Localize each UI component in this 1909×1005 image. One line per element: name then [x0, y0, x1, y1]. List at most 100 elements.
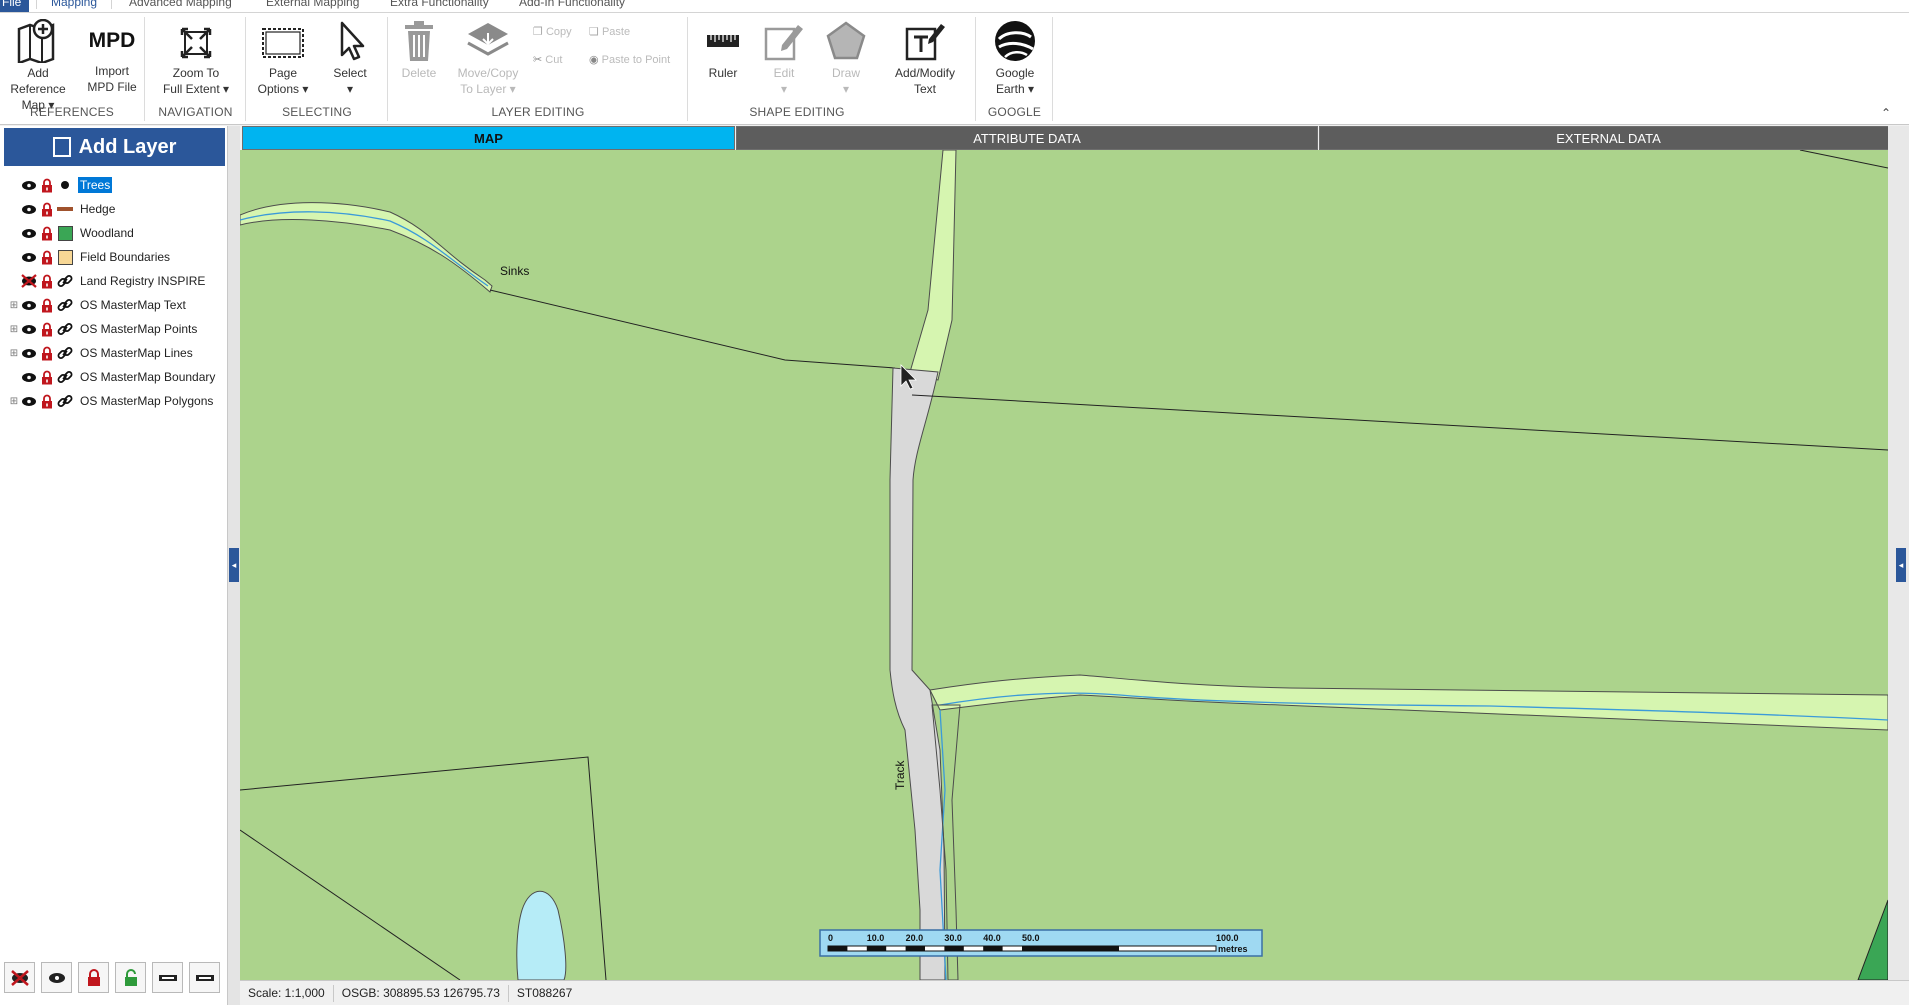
layer-name[interactable]: Woodland [78, 225, 136, 241]
page-options-button[interactable]: Page Options ▾ [253, 19, 313, 97]
cut-button[interactable]: ✂ Cut [533, 53, 562, 66]
layer-name[interactable]: OS MasterMap Polygons [78, 393, 215, 409]
select-button[interactable]: Select ▾ [325, 19, 375, 97]
layer-name[interactable]: OS MasterMap Lines [78, 345, 195, 361]
add-layer-button[interactable]: Add Layer [4, 128, 225, 166]
lock-icon[interactable] [38, 200, 56, 218]
collapse-left-panel-icon[interactable]: ◂ [229, 548, 239, 582]
map-canvas[interactable]: Sinks Track 0 10.0 20.0 30.0 40.0 50.0 100.0 m… [240, 150, 1888, 980]
lock-icon[interactable] [38, 344, 56, 362]
mpd-icon: MPD [88, 29, 136, 52]
lock-icon[interactable] [38, 368, 56, 386]
lock-icon[interactable] [38, 296, 56, 314]
layer-name[interactable]: Land Registry INSPIRE [78, 273, 207, 289]
add-modify-text-button[interactable]: Add/Modify Text [885, 19, 965, 97]
group-google: Google Earth ▾ GOOGLE [977, 17, 1053, 121]
panel-splitter[interactable]: ◂ [228, 126, 240, 1005]
tab-attribute-data[interactable]: ATTRIBUTE DATA [736, 126, 1318, 150]
ruler-button[interactable]: Ruler [697, 19, 749, 81]
visibility-hidden-icon[interactable] [20, 272, 38, 290]
edit-shape-button[interactable]: Edit ▾ [759, 19, 809, 97]
layer-name[interactable]: OS MasterMap Points [78, 321, 199, 337]
visibility-eye-icon[interactable] [20, 224, 38, 242]
tab-external-mapping[interactable]: External Mapping [266, 0, 359, 9]
visibility-eye-icon[interactable] [20, 296, 38, 314]
north-verge [909, 150, 957, 381]
draw-button[interactable]: Draw ▾ [819, 19, 873, 97]
expand-icon[interactable]: ⊞ [8, 348, 20, 359]
group-label-google: GOOGLE [987, 105, 1042, 119]
visibility-eye-icon[interactable] [20, 176, 38, 194]
tab-add-in-functionality[interactable]: Add-In Functionality [519, 0, 625, 9]
layer-name[interactable]: OS MasterMap Text [78, 297, 188, 313]
visibility-eye-icon[interactable] [20, 392, 38, 410]
expand-icon[interactable]: ⊞ [8, 396, 20, 407]
scale-segment [1022, 946, 1119, 951]
layer-name[interactable]: Trees [78, 177, 113, 193]
layer-row[interactable]: Trees [8, 174, 113, 196]
layers-stack-icon [467, 23, 509, 56]
tab-map[interactable]: MAP [242, 126, 735, 150]
expand-icon[interactable]: ⊞ [8, 324, 20, 335]
show-all-button[interactable] [41, 962, 72, 993]
expand-icon[interactable]: ⊞ [8, 300, 20, 311]
layer-row[interactable]: ⊞ OS MasterMap Polygons [8, 390, 215, 412]
tab-mapping[interactable]: Mapping [36, 0, 113, 9]
layer-row[interactable]: Land Registry INSPIRE [8, 270, 207, 292]
copy-button[interactable]: ❐ Copy [533, 25, 572, 38]
delete-button[interactable]: Delete [397, 19, 441, 81]
lock-icon[interactable] [38, 272, 56, 290]
scale-tick-label: 40.0 [983, 933, 1001, 943]
lock-icon[interactable] [38, 392, 56, 410]
add-reference-map-label: Add Reference [10, 66, 66, 96]
lock-icon[interactable] [38, 224, 56, 242]
google-earth-button[interactable]: Google Earth ▾ [983, 19, 1047, 97]
edit-dropdown-icon: ▾ [780, 82, 788, 96]
lock-icon[interactable] [38, 248, 56, 266]
layer-name[interactable]: Hedge [78, 201, 117, 217]
hide-all-button[interactable] [4, 962, 35, 993]
layer-name[interactable]: OS MasterMap Boundary [78, 369, 217, 385]
link-icon [56, 320, 74, 338]
layer-row[interactable]: Hedge [8, 198, 117, 220]
unlock-all-button[interactable] [115, 962, 146, 993]
expand-right-panel-icon[interactable]: ◂ [1896, 548, 1906, 582]
lock-all-button[interactable] [78, 962, 109, 993]
ribbon-collapse-icon[interactable]: ⌃ [1881, 106, 1891, 120]
visibility-eye-icon[interactable] [20, 248, 38, 266]
layer-row[interactable]: ⊞ OS MasterMap Lines [8, 342, 195, 364]
layer-row[interactable]: Woodland [8, 222, 136, 244]
zoom-label-2: Full Extent ▾ [162, 82, 230, 96]
expand-layers-button[interactable] [189, 962, 220, 993]
layer-row[interactable]: OS MasterMap Boundary [8, 366, 217, 388]
tab-file[interactable]: File [0, 0, 30, 12]
scale-tick-label: 20.0 [906, 933, 924, 943]
visibility-eye-icon[interactable] [20, 320, 38, 338]
map-drawing[interactable]: Sinks Track 0 10.0 20.0 30.0 40.0 50.0 100.0 m… [240, 150, 1888, 980]
paste-button[interactable]: ❏ Paste [589, 25, 630, 38]
layer-name[interactable]: Field Boundaries [78, 249, 172, 265]
visibility-eye-icon[interactable] [20, 344, 38, 362]
collapse-layers-button[interactable] [152, 962, 183, 993]
lock-icon[interactable] [38, 320, 56, 338]
add-reference-map-button[interactable]: Add Reference Map ▾ [0, 19, 76, 113]
import-mpd-button[interactable]: MPD Import MPD File [82, 19, 142, 95]
google-earth-label: Google [995, 66, 1035, 80]
lock-icon[interactable] [38, 176, 56, 194]
link-icon [56, 344, 74, 362]
zoom-full-extent-button[interactable]: Zoom To Full Extent ▾ [156, 19, 236, 97]
layer-row[interactable]: ⊞ OS MasterMap Text [8, 294, 188, 316]
tab-extra-functionality[interactable]: Extra Functionality [390, 0, 489, 9]
visibility-eye-icon[interactable] [20, 200, 38, 218]
tab-external-data[interactable]: EXTERNAL DATA [1319, 126, 1898, 150]
tab-advanced-mapping[interactable]: Advanced Mapping [129, 0, 232, 9]
move-copy-to-layer-button[interactable]: Move/Copy To Layer ▾ [453, 19, 523, 97]
label-track: Track [893, 759, 907, 790]
lock-icon [87, 968, 100, 986]
move-copy-label: Move/Copy [457, 66, 519, 80]
visibility-eye-icon[interactable] [20, 368, 38, 386]
layer-row[interactable]: ⊞ OS MasterMap Points [8, 318, 199, 340]
paste-to-point-button[interactable]: ◉ Paste to Point [589, 53, 670, 66]
cut-label: Cut [545, 54, 563, 66]
layer-row[interactable]: Field Boundaries [8, 246, 172, 268]
